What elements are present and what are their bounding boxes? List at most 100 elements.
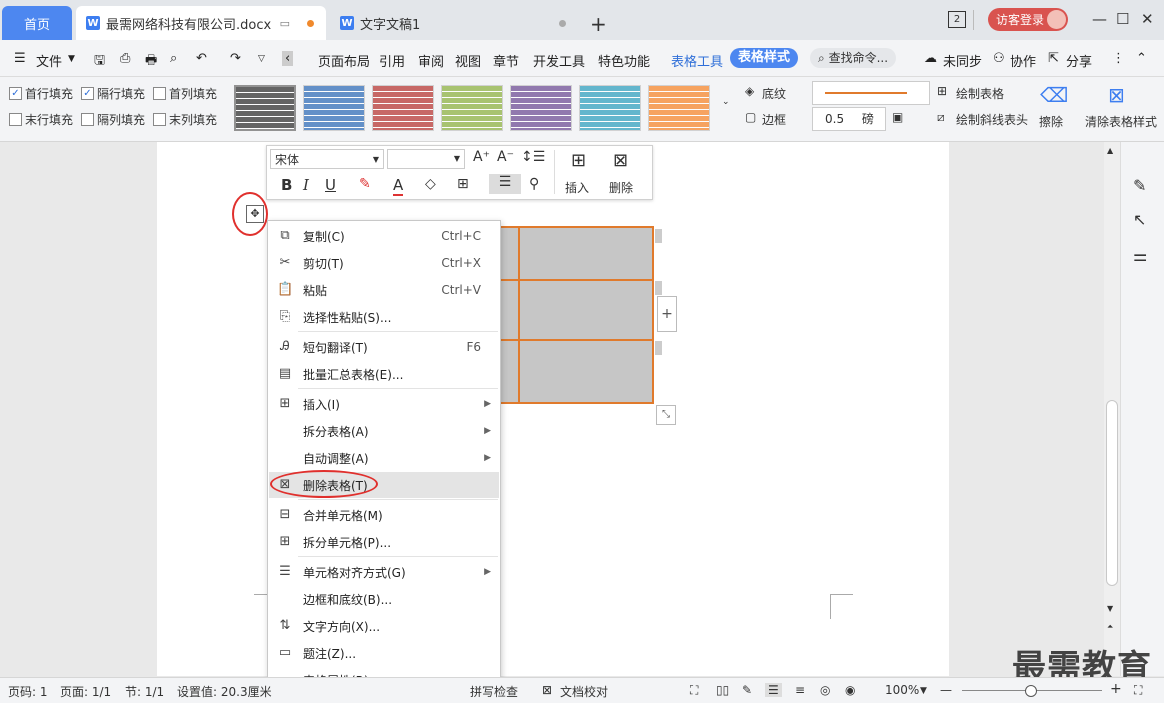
highlight-icon[interactable]: ✎ bbox=[359, 176, 371, 192]
delete-table-icon[interactable]: ⊠ bbox=[613, 150, 628, 171]
table-style-swatch[interactable] bbox=[441, 85, 503, 131]
context-menu-item[interactable]: ⇅ 文字方向(X)... bbox=[269, 613, 499, 639]
tab-document-2[interactable]: W 文字文稿1 bbox=[330, 6, 578, 40]
close-icon[interactable]: ✕ bbox=[1141, 10, 1154, 28]
status-page-code[interactable]: 页码: 1 bbox=[8, 683, 48, 700]
search-command-input[interactable]: ⌕ 查找命令... bbox=[810, 48, 896, 68]
proofread-icon[interactable]: ⊠ bbox=[542, 683, 552, 697]
line-style-select[interactable] bbox=[812, 81, 930, 105]
collapse-ribbon-icon[interactable]: ⌃ bbox=[1136, 51, 1147, 66]
eraser-icon[interactable]: ⌫ bbox=[1040, 83, 1068, 107]
status-setting[interactable]: 设置值: 20.3厘米 bbox=[177, 683, 272, 700]
preview-icon[interactable]: ⌕ bbox=[170, 51, 177, 66]
table-style-swatch[interactable] bbox=[372, 85, 434, 131]
shading-icon[interactable]: ◈ bbox=[745, 84, 754, 98]
menu-special[interactable]: 特色功能 bbox=[598, 51, 650, 70]
page-view-icon[interactable]: ☰ bbox=[765, 683, 782, 697]
row-handle[interactable] bbox=[655, 229, 662, 243]
more-down-icon[interactable]: ▽ bbox=[258, 54, 265, 64]
clear-style-button[interactable]: 清除表格样式 bbox=[1085, 113, 1157, 130]
line-width-select[interactable]: 0.5 磅 bbox=[812, 107, 886, 131]
erase-button[interactable]: 擦除 bbox=[1039, 113, 1063, 130]
menu-review[interactable]: 审阅 bbox=[418, 51, 444, 70]
table-style-swatch[interactable] bbox=[510, 85, 572, 131]
draw-diagonal-icon[interactable]: ⧄ bbox=[937, 110, 945, 125]
read-mode-icon[interactable]: ▯▯ bbox=[716, 683, 729, 697]
zoom-level[interactable]: 100% bbox=[885, 683, 919, 697]
context-menu-item[interactable]: ☰ 单元格对齐方式(G) ▶ bbox=[269, 559, 499, 585]
draw-table-icon[interactable]: ⊞ bbox=[937, 84, 947, 98]
table-style-swatch[interactable] bbox=[648, 85, 710, 131]
context-menu-item[interactable]: 📋 粘贴 Ctrl+V bbox=[269, 277, 499, 303]
settings-sliders-icon[interactable]: ⚌ bbox=[1133, 246, 1147, 265]
edit-pen-icon[interactable]: ✎ bbox=[1133, 176, 1146, 195]
row-handle[interactable] bbox=[655, 341, 662, 355]
grow-font-icon[interactable]: A⁺ bbox=[473, 149, 490, 165]
add-column-plus-icon[interactable]: + bbox=[657, 296, 677, 332]
chevron-down-icon[interactable]: ▼ bbox=[68, 54, 75, 64]
scroll-up-icon[interactable]: ▲ bbox=[1107, 146, 1113, 155]
delete-button[interactable]: 删除 bbox=[609, 179, 633, 196]
zoom-out-icon[interactable]: — bbox=[940, 683, 952, 697]
status-spell-check[interactable]: 拼写检查 bbox=[470, 683, 518, 700]
border-icon[interactable]: ▢ bbox=[745, 110, 756, 124]
insert-button[interactable]: 插入 bbox=[565, 179, 589, 196]
checkbox-first-col[interactable]: 首列填充 bbox=[153, 85, 217, 102]
share-icon[interactable]: ⇱ bbox=[1048, 51, 1059, 66]
fill-color-icon[interactable]: ◇ bbox=[425, 176, 436, 192]
italic-icon[interactable]: I bbox=[303, 176, 309, 194]
table-style-swatch[interactable] bbox=[579, 85, 641, 131]
gallery-scroll-icon[interactable]: ⌄ bbox=[722, 97, 730, 107]
web-view-icon[interactable]: ◎ bbox=[820, 683, 830, 697]
menu-table-style[interactable]: 表格样式 bbox=[730, 48, 799, 68]
font-family-select[interactable]: 宋体 ▼ bbox=[270, 149, 384, 169]
guest-login-button[interactable]: 访客登录 bbox=[988, 8, 1068, 31]
share-button[interactable]: 分享 bbox=[1066, 51, 1092, 70]
window-count-badge[interactable]: 2 bbox=[948, 11, 966, 28]
checkbox-last-row[interactable]: 末行填充 bbox=[9, 111, 73, 128]
scroll-left-icon[interactable]: ‹ bbox=[282, 51, 294, 66]
zoom-slider-handle[interactable] bbox=[1025, 685, 1037, 697]
checkbox-last-col[interactable]: 末列填充 bbox=[153, 111, 217, 128]
checkbox-banded-rows[interactable]: ✓ 隔行填充 bbox=[81, 85, 145, 102]
font-color-icon[interactable]: A bbox=[393, 176, 404, 196]
border-color-icon[interactable]: ▣ bbox=[892, 110, 903, 124]
border-button[interactable]: 边框 bbox=[762, 111, 786, 128]
table-style-swatch[interactable] bbox=[303, 85, 365, 131]
context-menu-item[interactable]: ⊞ 插入(I) ▶ bbox=[269, 391, 499, 417]
status-proofread[interactable]: 文档校对 bbox=[560, 683, 608, 700]
more-icon[interactable]: ⋮ bbox=[1112, 51, 1125, 66]
menu-chapter[interactable]: 章节 bbox=[493, 51, 519, 70]
context-menu-item[interactable]: ⧉ 复制(C) Ctrl+C bbox=[269, 223, 499, 249]
font-size-select[interactable]: ▼ bbox=[387, 149, 465, 169]
hamburger-icon[interactable]: ☰ bbox=[14, 51, 26, 66]
cloud-icon[interactable]: ☁ bbox=[924, 51, 937, 66]
status-section[interactable]: 节: 1/1 bbox=[125, 683, 164, 700]
menu-file[interactable]: 文件 bbox=[36, 51, 62, 70]
underline-icon[interactable]: U bbox=[325, 176, 336, 194]
menu-layout[interactable]: 页面布局 bbox=[318, 51, 370, 70]
context-menu-item[interactable]: ▤ 批量汇总表格(E)... bbox=[269, 361, 499, 387]
bold-icon[interactable]: B bbox=[281, 176, 292, 194]
context-menu-item[interactable]: 拆分表格(A) ▶ bbox=[269, 418, 499, 444]
line-spacing-icon[interactable]: ↕☰ bbox=[521, 149, 545, 165]
chevron-down-icon[interactable]: ▼ bbox=[920, 686, 927, 696]
resize-table-icon[interactable]: ⤡ bbox=[656, 405, 676, 425]
menu-dev-tools[interactable]: 开发工具 bbox=[533, 51, 585, 70]
menu-view[interactable]: 视图 bbox=[455, 51, 481, 70]
context-menu-item[interactable]: ⎘ 选择性粘贴(S)... bbox=[269, 304, 499, 330]
scroll-down-icon[interactable]: ▼ bbox=[1107, 604, 1113, 613]
select-cursor-icon[interactable]: ↖ bbox=[1133, 210, 1146, 229]
maximize-icon[interactable]: ☐ bbox=[1116, 10, 1129, 28]
scrollbar-thumb[interactable] bbox=[1106, 400, 1118, 586]
context-menu-item[interactable]: ✂ 剪切(T) Ctrl+X bbox=[269, 250, 499, 276]
draw-table-button[interactable]: 绘制表格 bbox=[956, 85, 1004, 102]
format-painter-icon[interactable]: ⚲ bbox=[529, 176, 539, 192]
tab-home[interactable]: 首页 bbox=[2, 6, 72, 40]
context-menu-item[interactable]: ⊞ 拆分单元格(P)... bbox=[269, 529, 499, 555]
unsync-button[interactable]: 未同步 bbox=[943, 51, 982, 70]
monitor-icon[interactable]: ▭ bbox=[280, 17, 290, 30]
eye-protect-icon[interactable]: ◉ bbox=[845, 683, 855, 697]
redo-icon[interactable]: ↷ bbox=[230, 51, 241, 66]
save-icon[interactable]: 🖫 bbox=[94, 51, 105, 73]
